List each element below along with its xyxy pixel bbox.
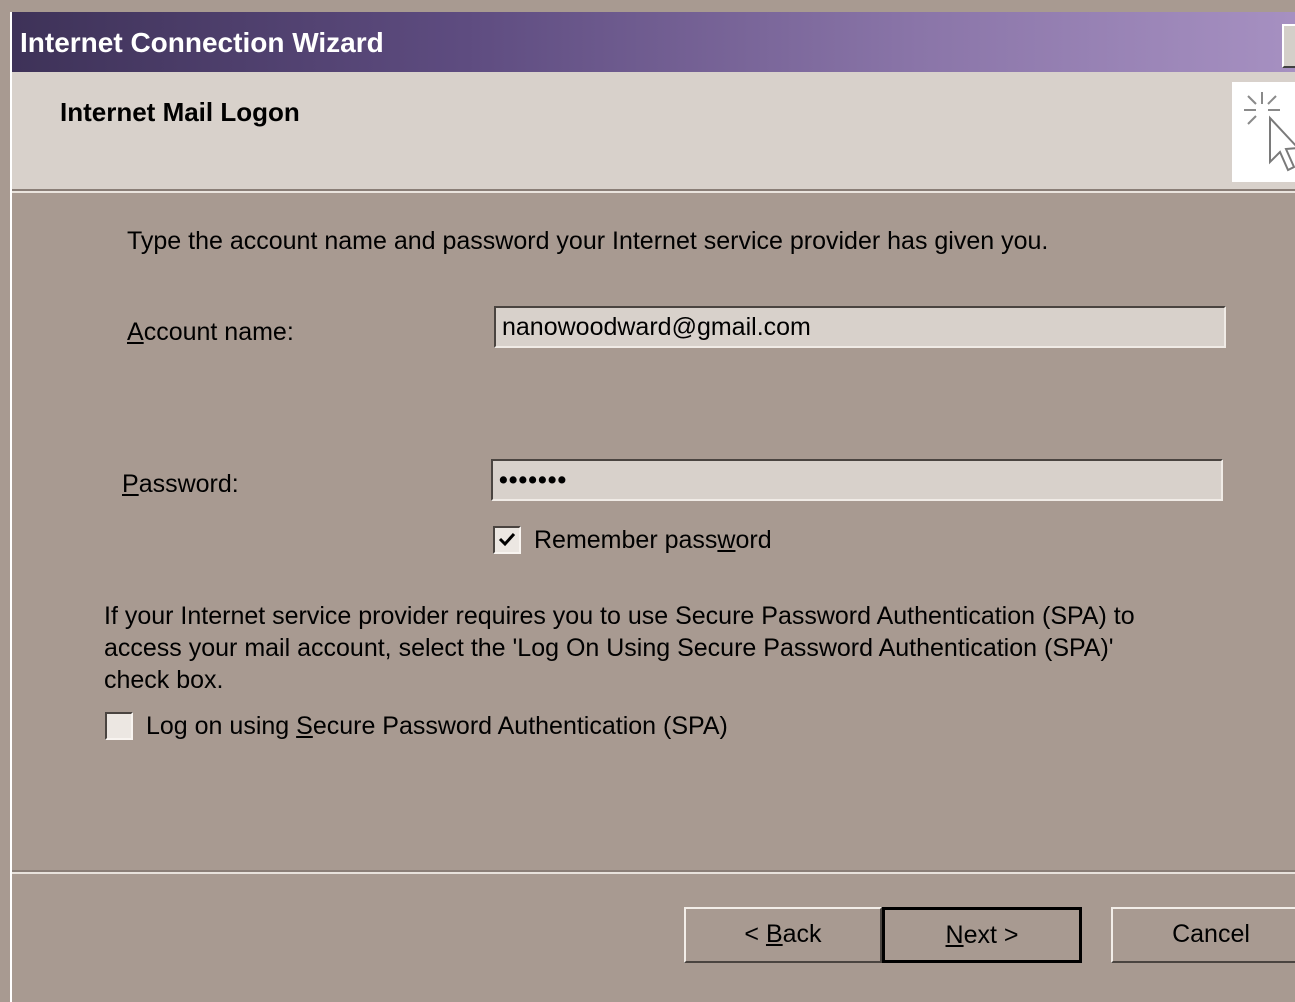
remember-password-checkbox[interactable] — [493, 526, 521, 554]
intro-text: Type the account name and password your … — [127, 227, 1049, 255]
window-title: Internet Connection Wizard — [20, 27, 384, 58]
page-title: Internet Mail Logon — [60, 97, 300, 127]
spa-checkbox[interactable] — [105, 712, 133, 740]
account-name-accel: A — [127, 318, 144, 346]
wizard-sparkle-cursor-icon — [1232, 82, 1295, 182]
wizard-window: Internet Connection Wizard Internet Mail… — [10, 12, 1295, 1002]
title-bar[interactable]: Internet Connection Wizard — [12, 12, 1295, 72]
close-button[interactable] — [1282, 24, 1295, 68]
wizard-header: Internet Mail Logon — [12, 72, 1295, 193]
password-accel: P — [122, 470, 139, 498]
password-input[interactable]: ••••••• — [491, 459, 1223, 501]
cancel-button[interactable]: Cancel — [1111, 907, 1295, 963]
spa-checkbox-label[interactable]: Log on using Secure Password Authenticat… — [146, 712, 728, 741]
back-button[interactable]: < Back — [684, 907, 882, 963]
remember-password-label[interactable]: Remember password — [534, 526, 772, 555]
spa-info-line-2: access your mail account, select the 'Lo… — [104, 634, 1114, 662]
spa-info-line-1: If your Internet service provider requir… — [104, 602, 1135, 630]
password-label: Password: — [122, 470, 239, 499]
account-name-label-rest: ccount name: — [143, 318, 294, 346]
account-name-input[interactable]: nanowoodward@gmail.com — [494, 306, 1226, 348]
account-name-label: Account name: — [127, 318, 294, 347]
spa-info-line-3: check box. — [104, 666, 224, 694]
password-label-rest: assword: — [138, 470, 239, 498]
footer-separator — [12, 870, 1295, 874]
next-button[interactable]: Next > — [882, 907, 1082, 963]
checkmark-icon — [498, 532, 516, 547]
